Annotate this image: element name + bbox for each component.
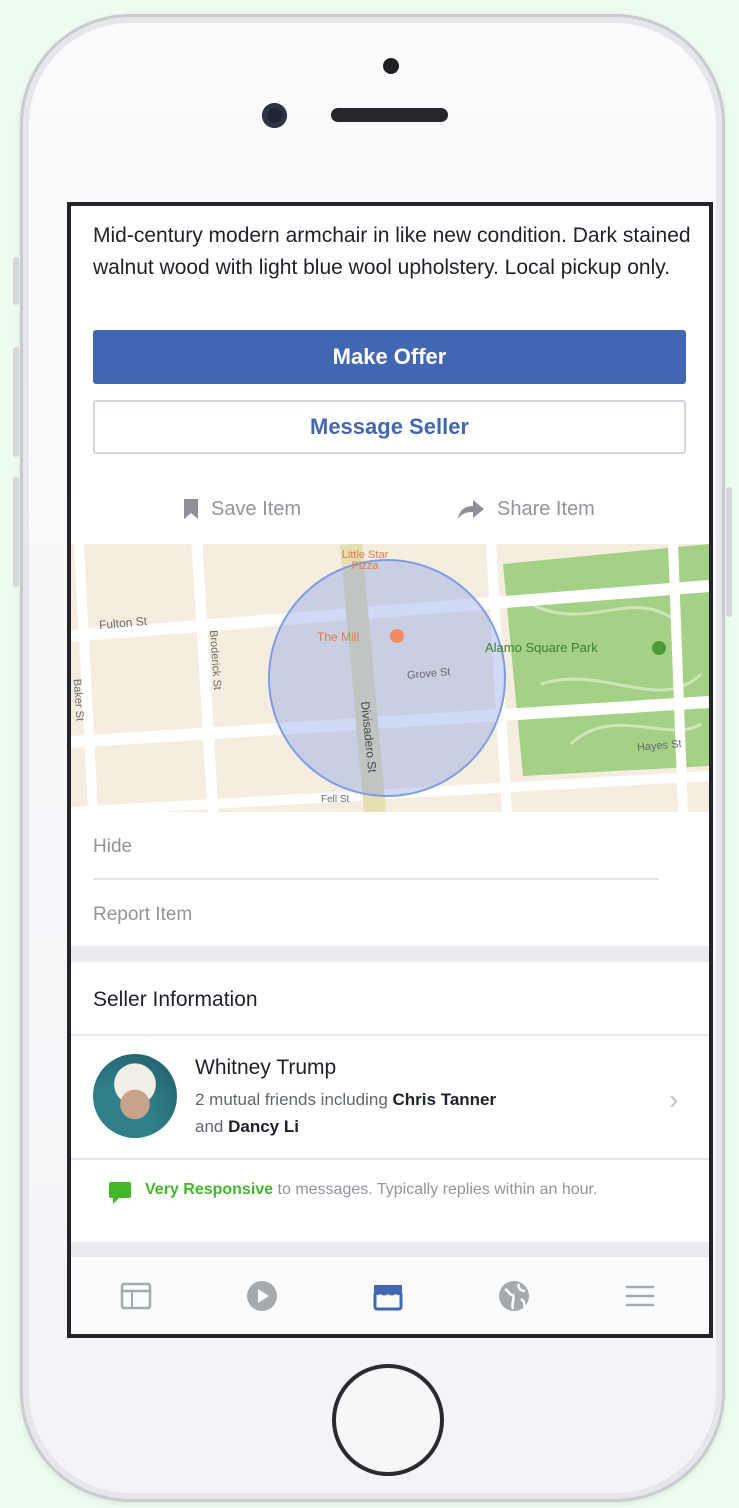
mutual-friend-2[interactable]: Dancy Li	[228, 1117, 299, 1136]
listing-description: Mid-century modern armchair in like new …	[93, 224, 691, 279]
chevron-right-icon[interactable]: ›	[669, 1084, 678, 1116]
mutual-friends-text: 2 mutual friends including Chris Tanner …	[195, 1086, 605, 1140]
mutual-prefix: 2 mutual friends including	[195, 1090, 388, 1109]
marketplace-shop-icon	[373, 1285, 403, 1311]
tab-watch[interactable]	[245, 1279, 279, 1313]
make-offer-button[interactable]: Make Offer	[93, 330, 686, 384]
divider	[71, 1034, 709, 1036]
map-label-park: Alamo Square Park	[485, 640, 598, 655]
share-item-label: Share Item	[497, 497, 595, 520]
map-label-fell: Fell St	[321, 794, 350, 805]
mutual-conjunction: and	[195, 1117, 224, 1136]
report-item-option[interactable]: Report Item	[93, 904, 192, 926]
map-label-the-mill: The Mill	[317, 630, 360, 644]
message-bubble-icon	[109, 1182, 131, 1204]
screen: Mid-century modern armchair in like new …	[67, 202, 713, 1338]
tab-notifications[interactable]	[497, 1279, 531, 1313]
section-separator	[71, 946, 709, 962]
location-radius	[268, 559, 506, 797]
news-feed-icon	[120, 1282, 152, 1310]
proximity-sensor	[383, 58, 399, 74]
section-separator	[71, 1242, 709, 1256]
map-label-pizza: Little Star Pizza	[341, 549, 389, 572]
message-seller-label: Message Seller	[310, 414, 469, 439]
responsiveness-text: Very Responsive to messages. Typically r…	[145, 1176, 615, 1203]
seller-name[interactable]: Whitney Trump	[195, 1056, 336, 1080]
earpiece-speaker	[331, 108, 448, 122]
tab-menu[interactable]	[623, 1279, 657, 1313]
responsive-description: to messages. Typically replies within an…	[277, 1181, 598, 1198]
tab-marketplace[interactable]	[371, 1279, 405, 1313]
save-item-label: Save Item	[211, 497, 302, 520]
divider	[93, 878, 659, 880]
hamburger-menu-icon	[626, 1285, 654, 1307]
globe-icon	[499, 1281, 529, 1311]
hide-option[interactable]: Hide	[93, 836, 132, 858]
seller-avatar[interactable]	[93, 1054, 177, 1138]
side-button	[13, 257, 19, 305]
location-map[interactable]: Fulton St Broderick St Grove St Divisade…	[71, 544, 709, 812]
bottom-tab-bar	[71, 1256, 709, 1334]
divider	[71, 1158, 709, 1160]
power-button	[726, 487, 732, 617]
share-item-button[interactable]: Share Item	[457, 492, 595, 526]
place-marker-the-mill	[390, 629, 404, 643]
make-offer-label: Make Offer	[332, 344, 447, 369]
play-circle-icon	[247, 1281, 277, 1311]
front-camera	[262, 103, 287, 128]
seller-information-heading: Seller Information	[93, 988, 258, 1011]
message-seller-button[interactable]: Message Seller	[93, 400, 686, 454]
place-marker-park	[652, 641, 666, 655]
tab-news-feed[interactable]	[119, 1279, 153, 1313]
mutual-friend-1[interactable]: Chris Tanner	[393, 1090, 497, 1109]
responsive-badge: Very Responsive	[145, 1181, 274, 1198]
bookmark-icon	[184, 499, 198, 519]
share-arrow-icon	[458, 500, 484, 519]
volume-down-button	[13, 477, 19, 587]
save-item-button[interactable]: Save Item	[183, 492, 301, 526]
home-button[interactable]	[332, 1364, 444, 1476]
volume-up-button	[13, 347, 19, 457]
